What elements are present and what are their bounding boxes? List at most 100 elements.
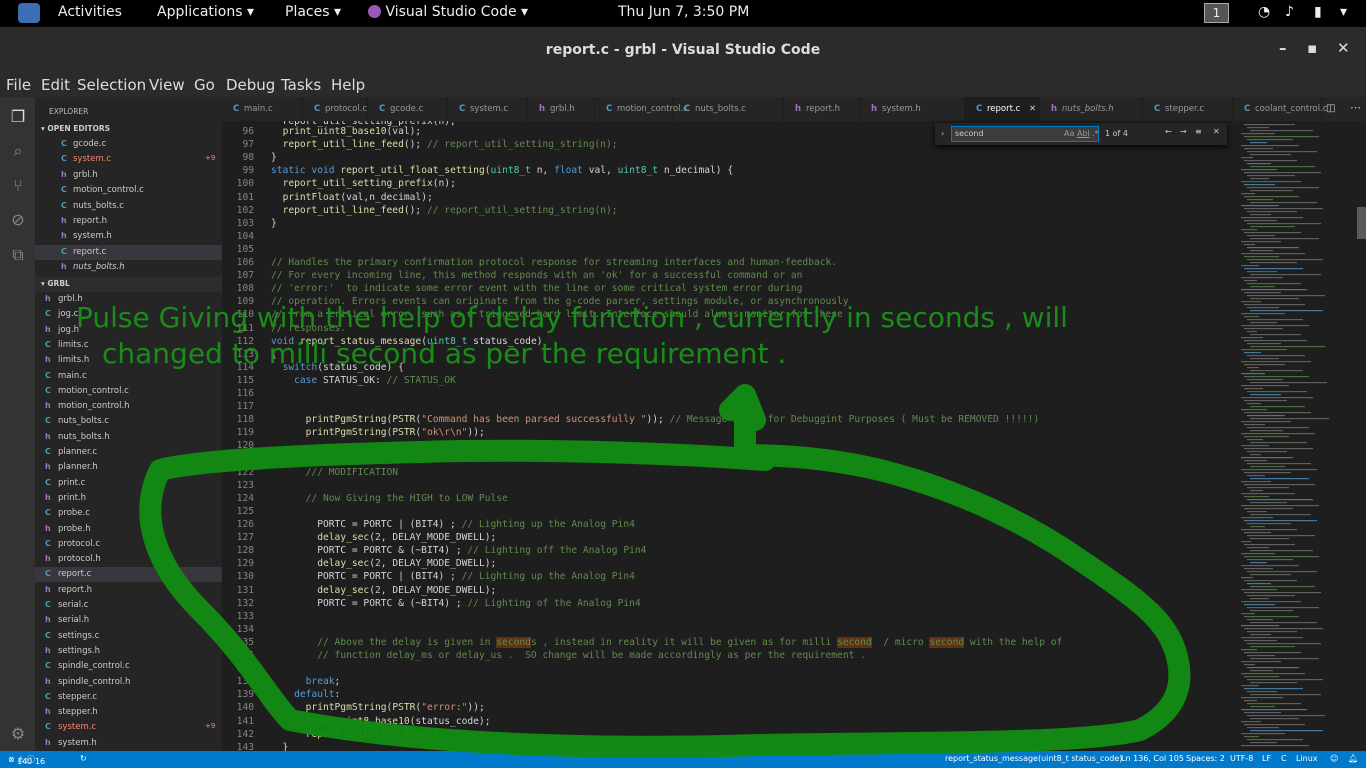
file-item-spindle_control-h[interactable]: h spindle_control.h xyxy=(35,675,222,690)
minimize-icon[interactable]: – xyxy=(1279,39,1287,57)
minimap[interactable] xyxy=(1237,121,1366,751)
notifications-icon[interactable]: 🔔︎ xyxy=(1348,754,1358,763)
file-item-settings-h[interactable]: h settings.h xyxy=(35,644,222,659)
activities-button[interactable]: Activities xyxy=(58,4,122,20)
tab-nuts_bolts-c[interactable]: Cnuts_bolts.c xyxy=(673,97,784,121)
tab-protocol-c[interactable]: Cprotocol.c xyxy=(303,97,368,121)
tab-stepper-c[interactable]: Cstepper.c xyxy=(1143,97,1233,121)
open-editor-motion_control-c[interactable]: Cmotion_control.c xyxy=(35,183,222,198)
tab-report-c[interactable]: Creport.c ✕ xyxy=(965,97,1040,121)
open-editor-gcode-c[interactable]: Cgcode.c xyxy=(35,137,222,152)
extensions-icon[interactable]: ⧉ xyxy=(9,245,27,264)
file-item-settings-c[interactable]: Csettings.c xyxy=(35,629,222,644)
whole-word-button[interactable]: Abl xyxy=(1077,129,1090,138)
file-item-serial-c[interactable]: Cserial.c xyxy=(35,598,222,613)
previous-match-icon[interactable]: ← xyxy=(1165,127,1172,136)
file-item-planner-c[interactable]: Cplanner.c xyxy=(35,445,222,460)
file-item-nuts_bolts-c[interactable]: Cnuts_bolts.c xyxy=(35,414,222,429)
tab-system-c[interactable]: Csystem.c xyxy=(448,97,528,121)
menu-debug[interactable]: Debug xyxy=(226,76,275,94)
file-item-main-c[interactable]: Cmain.c xyxy=(35,369,222,384)
open-editor-system-c[interactable]: Csystem.c +9 xyxy=(35,152,222,167)
battery-icon[interactable]: ▮ xyxy=(1314,4,1322,20)
file-item-stepper-c[interactable]: Cstepper.c xyxy=(35,690,222,705)
applications-menu[interactable]: Applications ▾ xyxy=(157,4,254,20)
volume-icon[interactable]: ♪ xyxy=(1285,4,1294,20)
tab-report-h[interactable]: h report.h xyxy=(784,97,860,121)
fedora-logo-icon[interactable] xyxy=(18,3,40,23)
indentation[interactable]: Spaces: 2 xyxy=(1186,754,1225,763)
scrollbar-thumb[interactable] xyxy=(1357,207,1366,239)
menu-edit[interactable]: Edit xyxy=(41,76,70,94)
file-item-serial-h[interactable]: h serial.h xyxy=(35,613,222,628)
folder-header[interactable]: ▾ GRBL xyxy=(35,277,222,292)
more-actions-icon[interactable]: ⋯ xyxy=(1350,101,1361,114)
places-menu[interactable]: Places ▾ xyxy=(285,4,341,20)
files-icon[interactable]: ❐ xyxy=(9,107,27,126)
workspace-indicator[interactable]: 1 xyxy=(1204,3,1229,23)
file-item-motion_control-c[interactable]: Cmotion_control.c xyxy=(35,384,222,399)
open-editor-report-c[interactable]: Creport.c xyxy=(35,244,222,260)
tab-system-h[interactable]: h system.h xyxy=(860,97,965,121)
close-tab-icon[interactable]: ✕ xyxy=(1029,104,1036,114)
menu-view[interactable]: View xyxy=(149,76,185,94)
find-in-selection-icon[interactable]: ≡ xyxy=(1195,127,1202,136)
file-item-probe-h[interactable]: h probe.h xyxy=(35,522,222,537)
toggle-replace-icon[interactable]: › xyxy=(941,129,944,138)
file-item-protocol-h[interactable]: h protocol.h xyxy=(35,552,222,567)
file-item-report-h[interactable]: h report.h xyxy=(35,583,222,598)
file-item-motion_control-h[interactable]: h motion_control.h xyxy=(35,399,222,414)
source-control-icon[interactable]: ⑂ xyxy=(9,176,27,195)
file-item-stepper-h[interactable]: h stepper.h xyxy=(35,705,222,720)
file-item-probe-c[interactable]: Cprobe.c xyxy=(35,506,222,521)
file-item-print-h[interactable]: h print.h xyxy=(35,491,222,506)
match-case-button[interactable]: Aa xyxy=(1064,129,1074,138)
file-item-print-c[interactable]: Cprint.c xyxy=(35,476,222,491)
feedback-icon[interactable]: ☺ xyxy=(1330,754,1338,763)
app-menu[interactable]: Visual Studio Code ▾ xyxy=(368,4,528,20)
next-match-icon[interactable]: → xyxy=(1180,127,1187,136)
open-editor-report-h[interactable]: h report.h xyxy=(35,214,222,229)
split-editor-icon[interactable]: ◫ xyxy=(1326,103,1335,114)
open-editor-system-h[interactable]: h system.h xyxy=(35,229,222,244)
file-item-system-c[interactable]: Csystem.c +9 xyxy=(35,720,222,735)
file-item-planner-h[interactable]: h planner.h xyxy=(35,460,222,475)
menu-go[interactable]: Go xyxy=(194,76,215,94)
menu-help[interactable]: Help xyxy=(331,76,365,94)
problems-indicator[interactable]: ⊗ 14 ⚠ 0 ⓘ 16 xyxy=(8,754,45,766)
platform[interactable]: Linux xyxy=(1296,754,1318,763)
tab-coolant_control-c[interactable]: Ccoolant_control.c xyxy=(1233,97,1327,121)
search-icon[interactable]: ⌕ xyxy=(9,141,27,160)
breadcrumb[interactable]: report_status_message(uint8_t status_cod… xyxy=(945,754,1122,763)
file-item-report-c[interactable]: Creport.c xyxy=(35,567,222,583)
tab-nuts_bolts-h[interactable]: h nuts_bolts.h xyxy=(1040,97,1143,121)
open-editors-header[interactable]: ▾ OPEN EDITORS xyxy=(35,122,222,137)
sync-icon[interactable]: ↻ xyxy=(80,754,87,763)
tab-grbl-h[interactable]: h grbl.h xyxy=(528,97,595,121)
cursor-position[interactable]: Ln 136, Col 105 xyxy=(1121,754,1184,763)
find-input[interactable]: second Aa Abl .* xyxy=(951,126,1099,142)
system-menu-chevron-icon[interactable]: ▾ xyxy=(1340,4,1347,20)
close-icon[interactable]: ✕ xyxy=(1337,39,1350,57)
settings-gear-icon[interactable]: ⚙ xyxy=(9,724,27,743)
open-editor-nuts_bolts-c[interactable]: Cnuts_bolts.c xyxy=(35,199,222,214)
debug-icon[interactable]: ⊘ xyxy=(9,210,27,229)
encoding[interactable]: UTF-8 xyxy=(1230,754,1253,763)
file-item-spindle_control-c[interactable]: Cspindle_control.c xyxy=(35,659,222,674)
file-item-protocol-c[interactable]: Cprotocol.c xyxy=(35,537,222,552)
regex-button[interactable]: .* xyxy=(1092,129,1099,138)
open-editor-grbl-h[interactable]: h grbl.h xyxy=(35,168,222,183)
menu-selection[interactable]: Selection xyxy=(77,76,146,94)
language-mode[interactable]: C xyxy=(1281,754,1287,763)
tab-main-c[interactable]: Cmain.c xyxy=(222,97,303,121)
tab-gcode-c[interactable]: Cgcode.c xyxy=(368,97,448,121)
file-item-nuts_bolts-h[interactable]: h nuts_bolts.h xyxy=(35,430,222,445)
menu-file[interactable]: File xyxy=(6,76,31,94)
tab-motion_control-c[interactable]: Cmotion_control.c xyxy=(595,97,688,121)
clock[interactable]: Thu Jun 7, 3:50 PM xyxy=(618,4,749,20)
code-editor[interactable]: report_util_setting_prefix(n); 96 print_… xyxy=(222,121,1237,751)
open-editor-nuts_bolts-h[interactable]: h nuts_bolts.h xyxy=(35,260,222,275)
wifi-icon[interactable]: ◔ xyxy=(1258,4,1270,20)
close-find-icon[interactable]: ✕ xyxy=(1213,127,1220,136)
line-ending[interactable]: LF xyxy=(1262,754,1271,763)
